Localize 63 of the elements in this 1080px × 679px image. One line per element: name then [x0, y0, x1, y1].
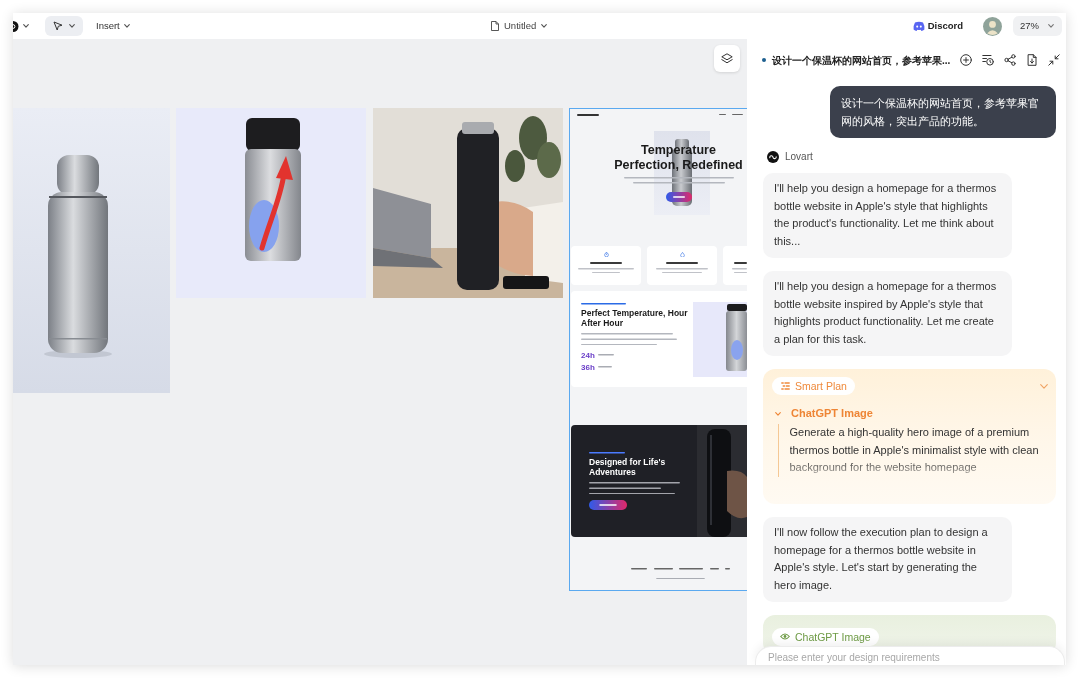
document-title-button[interactable]: Untitled: [491, 21, 548, 31]
assistant-message: I'll help you design a homepage for a thermos bottle website in Apple's style that highlights the product's functionality. Let me think about this...: [763, 173, 1012, 258]
pointer-tool-button[interactable]: [45, 16, 83, 36]
step-description: Generate a high-quality hero image of a premium thermos bottle in Apple's minimalist style with clean background for the website homepage: [789, 425, 1040, 475]
timer-icon: [603, 252, 609, 257]
text-line-drawing: [719, 113, 726, 116]
step-title: ChatGPT Image: [791, 407, 873, 420]
file-icon[interactable]: [491, 21, 499, 31]
text-line-drawing: [725, 568, 730, 570]
text-line-drawing: [631, 568, 647, 570]
assistant-message: I'll now follow the execution plan to design a homepage for a thermos bottle website in Apple's style. Let's start by generating the hero image.: [763, 517, 1012, 602]
logo-icon: [767, 151, 779, 163]
text-line-drawing: [581, 303, 626, 305]
discord-link[interactable]: Discord: [912, 18, 963, 34]
insert-menu-button[interactable]: Insert: [96, 21, 130, 31]
document-icon[interactable]: [1026, 54, 1038, 66]
logo-icon[interactable]: [13, 20, 19, 32]
paragraph-drawing: [656, 268, 708, 274]
plus-circle-icon[interactable]: [960, 54, 972, 66]
button-drawing: [589, 500, 627, 511]
history-list-icon[interactable]: [982, 54, 994, 66]
text-line-drawing: [666, 262, 698, 264]
steps-icon: [781, 382, 790, 390]
stat-value: 36h: [581, 362, 595, 372]
layers-button[interactable]: [714, 45, 740, 72]
collapse-icon[interactable]: [1048, 54, 1060, 66]
discord-icon[interactable]: [912, 21, 925, 31]
stat-value: 24h: [581, 350, 595, 360]
drop-icon: [679, 252, 685, 257]
chat-title: 设计一个保温杯的网站首页，参考苹果...: [772, 53, 952, 68]
user-message: 设计一个保温杯的网站首页，参考苹果官网的风格，突出产品的功能。: [830, 86, 1056, 138]
caret-icon[interactable]: [69, 24, 75, 28]
caret-icon[interactable]: [23, 24, 29, 28]
assistant-message: I'll help you design a homepage for a thermos bottle website inspired by Apple's style that highlights product functionality. Let me create a plan for this task.: [763, 271, 1012, 356]
agent-name: Lovart: [785, 151, 813, 163]
text-line-drawing: [597, 366, 612, 368]
eye-icon: [780, 633, 790, 640]
tool-tag-label: ChatGPT Image: [795, 630, 871, 643]
caret-icon[interactable]: [123, 24, 130, 28]
plan-tag-label: Smart Plan: [795, 380, 847, 392]
caret-icon[interactable]: [541, 24, 548, 28]
section-heading: Perfect Temperature, Hour After Hour: [581, 307, 689, 328]
text-line-drawing: [590, 262, 622, 264]
text-line-drawing: [734, 262, 747, 264]
share-icon[interactable]: [1004, 54, 1016, 66]
text-line-drawing: [577, 113, 599, 116]
zoom-level-button[interactable]: 27%: [1013, 16, 1062, 36]
paragraph-drawing: [732, 268, 747, 274]
text-line-drawing: [653, 568, 673, 570]
avatar-icon[interactable]: [983, 16, 1002, 36]
caret-icon[interactable]: [1048, 24, 1054, 28]
status-dot-icon: [762, 58, 766, 62]
text-line-drawing: [732, 113, 743, 116]
section-heading: Designed for Life's Adventures: [589, 456, 667, 478]
text-line-drawing: [656, 577, 705, 579]
paragraph-drawing: [578, 268, 634, 274]
prompt-input[interactable]: Please enter your design requirements: [755, 646, 1065, 665]
layers-icon[interactable]: [721, 53, 733, 64]
text-line-drawing: [679, 568, 703, 570]
button-drawing: [665, 192, 692, 202]
text-line-drawing: [597, 354, 614, 356]
cursor-icon[interactable]: [53, 21, 63, 31]
text-line-drawing: [589, 452, 625, 454]
